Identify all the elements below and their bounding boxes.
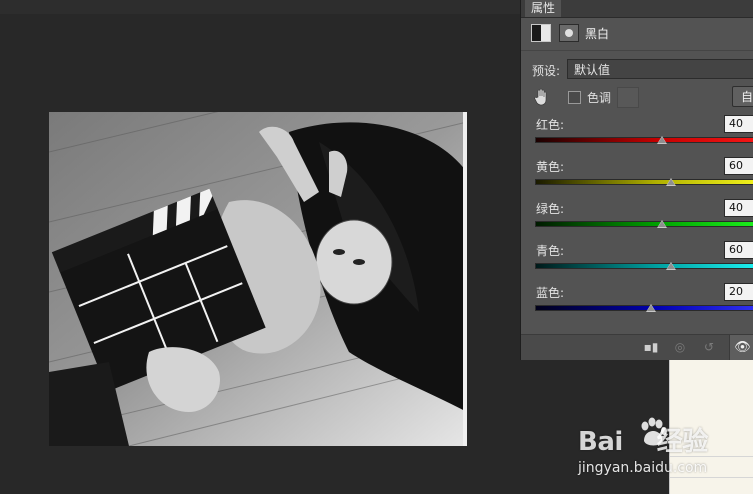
adjustment-title: 黑白 <box>585 27 610 41</box>
divider <box>670 456 753 457</box>
view-previous-icon[interactable]: ◎ <box>672 340 688 354</box>
panel-tab-bar: 属性 <box>521 0 753 18</box>
grayscale-photo <box>49 112 467 446</box>
panel-footer: ▪▮ ◎ ↺ 👁 <box>521 334 753 361</box>
adjustment-icons <box>531 24 583 42</box>
slider-thumb[interactable] <box>666 262 677 270</box>
divider <box>670 477 753 478</box>
webpage-fragment <box>669 360 753 494</box>
reset-icon[interactable]: ↺ <box>701 340 717 354</box>
target-adjust-hand-icon[interactable] <box>534 88 550 106</box>
document-tab-strip <box>0 0 520 15</box>
tint-label: 色调 <box>587 91 612 105</box>
slider-track[interactable] <box>535 137 753 143</box>
slider-thumb[interactable] <box>657 136 668 144</box>
divider <box>521 50 753 51</box>
document-image[interactable] <box>49 112 467 446</box>
tint-color-swatch[interactable] <box>617 87 639 108</box>
auto-button[interactable]: 自 <box>732 86 753 107</box>
slider-track[interactable] <box>535 179 753 185</box>
slider-value-input[interactable]: 40 <box>724 115 753 133</box>
slider-value-input[interactable]: 60 <box>724 157 753 175</box>
slider-label: 黄色: <box>536 160 565 174</box>
preset-select[interactable]: 默认值 <box>567 59 753 79</box>
preset-label: 预设: <box>532 64 561 78</box>
slider-thumb[interactable] <box>646 304 657 312</box>
slider-label: 红色: <box>536 118 565 132</box>
slider-value-input[interactable]: 20 <box>724 283 753 301</box>
visibility-eye-icon[interactable]: 👁 <box>729 335 753 361</box>
slider-track[interactable] <box>535 263 753 269</box>
slider-label: 绿色: <box>536 202 565 216</box>
slider-track[interactable] <box>535 305 753 311</box>
properties-panel: 属性 黑白 预设: 默认值 色调 自 红色: 40 黄色: 60 绿色: 40 青色: 60 蓝… <box>520 0 753 361</box>
slider-label: 蓝色: <box>536 286 565 300</box>
slider-thumb[interactable] <box>657 220 668 228</box>
slider-thumb[interactable] <box>666 178 677 186</box>
slider-value-input[interactable]: 40 <box>724 199 753 217</box>
workspace-gap <box>520 360 669 494</box>
slider-label: 青色: <box>536 244 565 258</box>
bw-adjustment-icon[interactable] <box>531 24 551 42</box>
mask-icon[interactable] <box>558 24 579 42</box>
slider-track[interactable] <box>535 221 753 227</box>
tab-properties[interactable]: 属性 <box>525 0 562 17</box>
tint-checkbox[interactable] <box>568 91 581 104</box>
clip-to-layer-icon[interactable]: ▪▮ <box>643 340 659 354</box>
slider-value-input[interactable]: 60 <box>724 241 753 259</box>
